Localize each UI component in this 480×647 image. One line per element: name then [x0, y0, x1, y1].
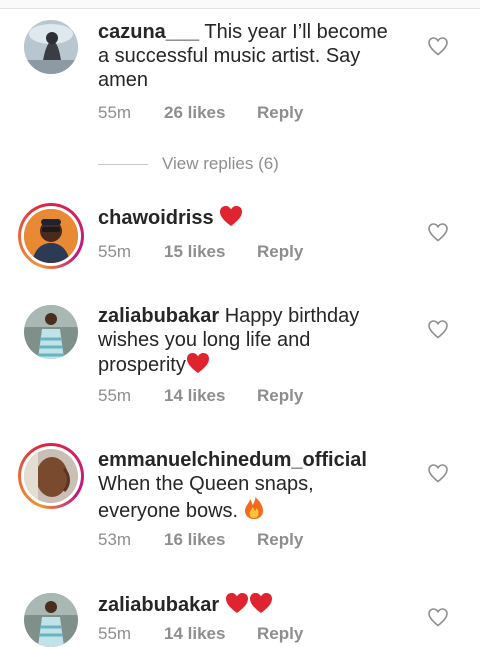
story-ring[interactable] [18, 203, 84, 269]
comment-time: 55m [98, 103, 132, 122]
red-heart-emoji-icon [186, 353, 209, 373]
comment-time: 53m [98, 530, 132, 549]
comment-meta: 53m 16 likes Reply [98, 530, 303, 550]
view-replies-button[interactable]: View replies (6) [98, 154, 279, 174]
like-heart-icon[interactable] [426, 605, 450, 629]
comment-text: cazuna___ This year I’ll become a succes… [98, 20, 398, 92]
comment-meta: 55m 14 likes Reply [98, 624, 303, 644]
comment-username[interactable]: zaliabubakar [98, 305, 219, 327]
top-divider [0, 0, 480, 9]
red-heart-emoji-icon [249, 593, 272, 613]
user-photo-icon [24, 20, 78, 74]
comment-likes[interactable]: 26 likes [164, 103, 257, 123]
comment-likes[interactable]: 15 likes [164, 242, 257, 262]
user-photo-icon [24, 593, 78, 647]
avatar[interactable] [24, 20, 78, 74]
comment-time: 55m [98, 242, 132, 261]
user-photo-icon [24, 305, 78, 359]
fire-emoji-icon [244, 497, 263, 519]
like-heart-icon[interactable] [426, 34, 450, 58]
comment-likes[interactable]: 16 likes [164, 530, 257, 550]
avatar [24, 449, 78, 503]
comment-username[interactable]: cazuna___ [98, 21, 199, 43]
comment-body: When the Queen snaps, everyone bows. [98, 473, 314, 522]
reply-button[interactable]: Reply [257, 242, 303, 262]
avatar[interactable] [24, 593, 78, 647]
comment-text: emmanuelchinedum_official When the Queen … [98, 448, 398, 523]
avatar [24, 209, 78, 263]
reply-button[interactable]: Reply [257, 624, 303, 644]
story-ring[interactable] [18, 443, 84, 509]
view-replies-label: View replies (6) [162, 154, 279, 173]
user-photo-icon [24, 449, 78, 503]
comment-time: 55m [98, 386, 132, 405]
like-heart-icon[interactable] [426, 461, 450, 485]
comment-meta: 55m 15 likes Reply [98, 242, 303, 262]
avatar[interactable] [24, 305, 78, 359]
like-heart-icon[interactable] [426, 317, 450, 341]
comment-text: chawoidriss [98, 205, 398, 230]
comment-meta: 55m 26 likes Reply [98, 103, 303, 123]
comment-username[interactable]: emmanuelchinedum_official [98, 449, 367, 471]
comment-username[interactable]: zaliabubakar [98, 594, 219, 616]
comment-meta: 55m 14 likes Reply [98, 386, 303, 406]
user-photo-icon [24, 209, 78, 263]
comment-likes[interactable]: 14 likes [164, 624, 257, 644]
comment-likes[interactable]: 14 likes [164, 386, 257, 406]
red-heart-emoji-icon [220, 206, 243, 226]
red-heart-emoji-icon [225, 593, 248, 613]
comment-username[interactable]: chawoidriss [98, 207, 214, 229]
reply-button[interactable]: Reply [257, 386, 303, 406]
comment-text: zaliabubakar Happy birthday wishes you l… [98, 304, 398, 377]
replies-divider [98, 163, 148, 165]
comment-time: 55m [98, 624, 132, 643]
like-heart-icon[interactable] [426, 220, 450, 244]
reply-button[interactable]: Reply [257, 103, 303, 123]
reply-button[interactable]: Reply [257, 530, 303, 550]
comment-text: zaliabubakar [98, 592, 398, 617]
